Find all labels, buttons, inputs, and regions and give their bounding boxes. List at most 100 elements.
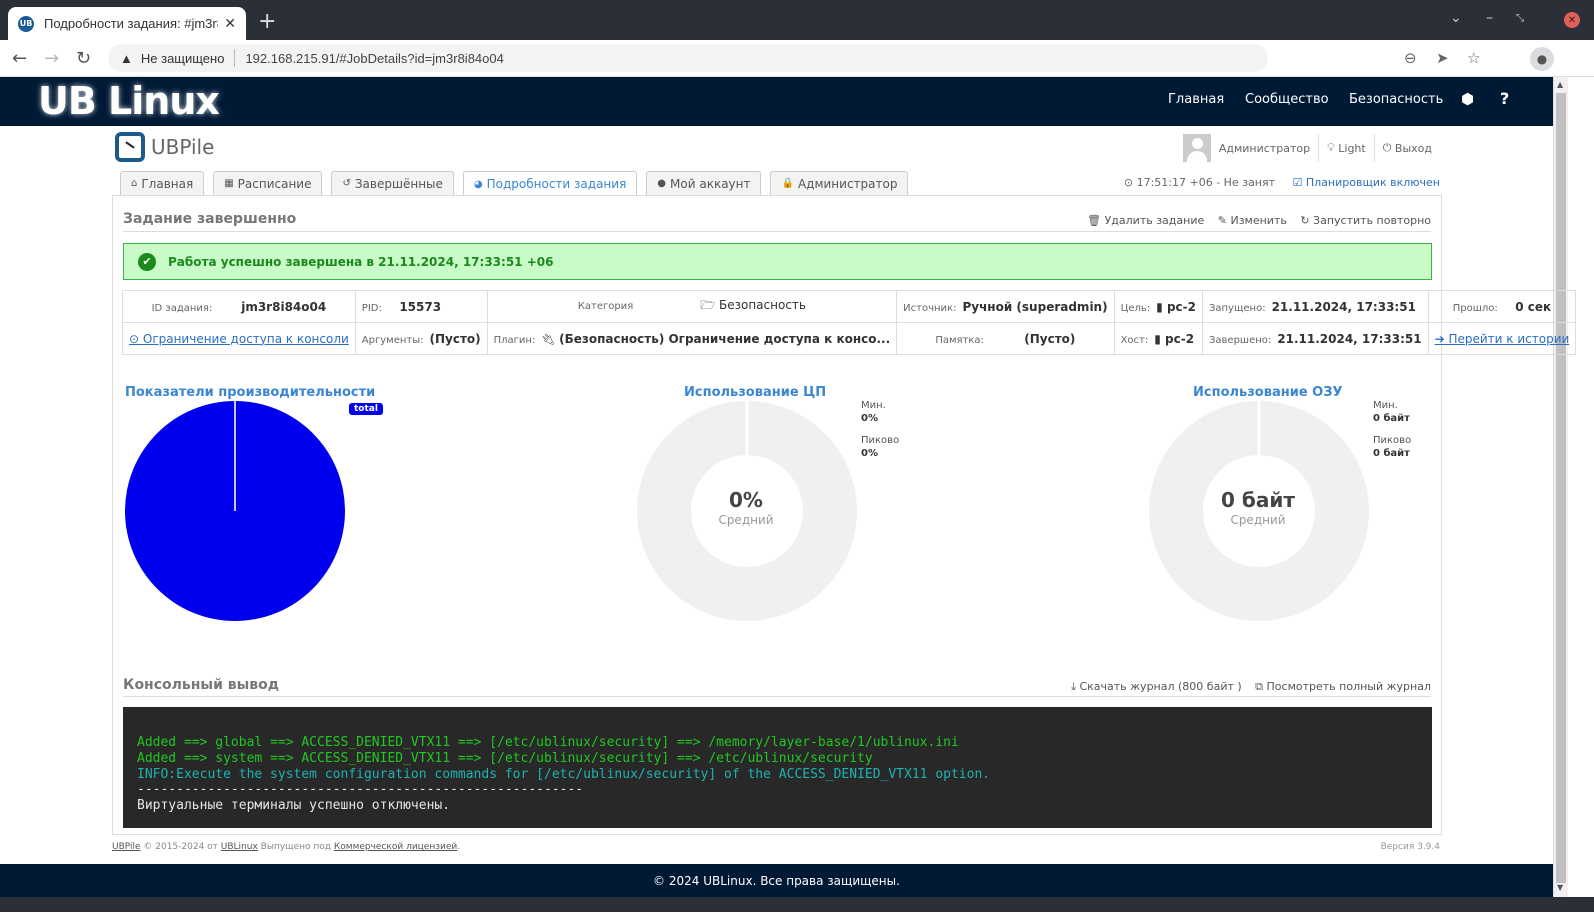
zoom-out-icon[interactable]: ⊖ — [1404, 49, 1417, 67]
table-row: ID задания: jm3r8i84o04 PID: 15573 Катег… — [122, 290, 1577, 323]
completed-value: 21.11.2024, 17:33:51 — [1277, 331, 1422, 346]
cpu-avg-label: Средний — [718, 513, 774, 527]
bookmark-star-icon[interactable]: ☆ — [1467, 49, 1480, 67]
tab-search-icon[interactable]: ⌄ — [1450, 10, 1462, 26]
pie-chart-icon: ◕ — [473, 178, 483, 190]
plugin-label: Плагин: — [493, 334, 536, 346]
user-name[interactable]: Администратор — [1219, 142, 1318, 155]
category-cell: Категория 🗁 Безопасность — [486, 290, 898, 323]
user-avatar[interactable] — [1182, 134, 1211, 162]
package-icon[interactable]: ⬢ — [1461, 90, 1474, 108]
user-box: Администратор 💡︎ Light ⏻ Выход — [1182, 132, 1440, 164]
window-bottom-edge — [0, 897, 1594, 912]
close-tab-icon[interactable]: ✕ — [224, 16, 236, 32]
host-cell: Хост: ▮ pc-2 — [1113, 322, 1203, 355]
tab-admin[interactable]: 🔒 Администратор — [770, 171, 909, 195]
history-icon: ↺ — [342, 178, 351, 189]
window-close-icon[interactable]: ✕ — [1564, 12, 1580, 28]
license-prefix: Выпущено под — [257, 842, 334, 852]
back-icon[interactable]: ← — [12, 48, 27, 69]
browser-tabbar: UB Подробности задания: #jm3r8i84o04 ✕ +… — [0, 0, 1594, 40]
scheduler-toggle[interactable]: ☑ Планировщик включен — [1293, 176, 1440, 189]
source-cell: Источник: Ручной (superadmin) — [896, 290, 1115, 323]
tab-my-account[interactable]: ● Мой аккаунт — [646, 171, 762, 195]
download-log-button[interactable]: ⤓ Скачать журнал (800 байт ) — [1071, 680, 1242, 693]
ublinux-link[interactable]: UBLinux — [221, 842, 258, 852]
ubpile-link[interactable]: UBPile — [112, 842, 141, 852]
logout-button[interactable]: ⏻ Выход — [1373, 134, 1440, 162]
ram-min-label: Мин. — [1373, 400, 1398, 411]
power-icon: ⏻ — [1382, 141, 1392, 154]
cpu-peak-value: 0% — [861, 448, 878, 459]
period: . — [457, 842, 461, 852]
browser-tab[interactable]: UB Подробности задания: #jm3r8i84o04 ✕ — [8, 7, 246, 40]
pid-value: 15573 — [399, 299, 442, 314]
event-cell: ⊙ Ограничение доступа к консоли — [122, 322, 356, 355]
forward-icon[interactable]: → — [44, 48, 59, 69]
ubpile-brand[interactable]: UBPile — [115, 132, 214, 162]
page-scrollbar[interactable]: ▲ ▼ — [1553, 77, 1568, 897]
history-link[interactable]: ➔ Перейти к истории — [1435, 332, 1570, 346]
tab-home[interactable]: ⌂ Главная — [120, 171, 205, 195]
tab-completed[interactable]: ↺ Завершённые — [331, 171, 454, 195]
profile-icon[interactable]: ● — [1530, 47, 1554, 71]
scroll-down-icon[interactable]: ▼ — [1557, 883, 1563, 892]
ublinux-logo[interactable]: UB Linux — [38, 79, 220, 123]
omni-divider — [234, 49, 236, 67]
started-cell: Запущено: 21.11.2024, 17:33:51 — [1201, 290, 1429, 323]
logout-label: Выход — [1394, 141, 1432, 155]
edit-job-button[interactable]: ✎ Изменить — [1218, 214, 1287, 227]
tab-label: Завершённые — [354, 176, 443, 191]
console-output[interactable]: Added ==> global ==> ACCESS_DENIED_VTX11… — [123, 707, 1432, 828]
calendar-icon: ▦ — [224, 178, 234, 189]
ram-avg-value: 0 байт — [1221, 488, 1295, 512]
tab-label: Расписание — [237, 176, 312, 191]
console-title: Консольный вывод — [123, 677, 280, 693]
section-divider — [123, 231, 1431, 232]
url-text[interactable]: 192.168.215.91/#JobDetails?id=jm3r8i84o0… — [245, 51, 503, 66]
status-line: ⊙ 17:51:17 +06 - Не занят ☑ Планировщик … — [1124, 176, 1440, 189]
reload-icon[interactable]: ↻ — [76, 48, 91, 69]
new-tab-button[interactable]: + — [258, 9, 276, 34]
license-link[interactable]: Коммерческой лицензией — [334, 842, 457, 852]
tab-schedule[interactable]: ▦ Расписание — [213, 171, 323, 195]
url-input[interactable]: ▲ Не защищено 192.168.215.91/#JobDetails… — [108, 44, 1268, 72]
cpu-peak-label: Пиково — [861, 435, 900, 446]
notes-label: Памятка: — [935, 334, 984, 346]
plugin-value: (Безопасность) Ограничение доступа к кон… — [559, 331, 891, 346]
address-bar: ← → ↻ ▲ Не защищено 192.168.215.91/#JobD… — [0, 40, 1594, 77]
history-cell: ➔ Перейти к истории — [1427, 322, 1577, 355]
perf-legend-total[interactable]: total — [349, 403, 383, 415]
security-label[interactable]: Не защищено — [141, 51, 225, 66]
host-value: ▮ pc-2 — [1154, 331, 1195, 346]
success-alert: ✔ Работа успешно завершена в 21.11.2024,… — [123, 243, 1432, 280]
job-status-title: Задание завершенно — [123, 211, 297, 227]
source-value: Ручной (superadmin) — [962, 299, 1108, 314]
event-link[interactable]: ⊙ Ограничение доступа к консоли — [129, 332, 349, 346]
nav-community[interactable]: Сообщество — [1245, 92, 1329, 107]
console-line: Виртуальные терминалы успешно отключены. — [137, 798, 451, 814]
tab-job-details[interactable]: ◕ Подробности задания — [462, 171, 638, 196]
category-label: Категория — [577, 301, 634, 312]
scrollbar-thumb[interactable] — [1556, 93, 1566, 883]
view-full-log-button[interactable]: ⧉ Посмотреть полный журнал — [1255, 680, 1431, 693]
clock-status: ⊙ 17:51:17 +06 - Не занят — [1123, 176, 1276, 189]
maximize-icon[interactable]: ⤡ — [1516, 13, 1524, 24]
delete-job-button[interactable]: 🗑 Удалить задание — [1087, 214, 1204, 227]
app-tabs: ⌂ Главная ▦ Расписание ↺ Завершённые ◕ Подро… — [120, 171, 917, 196]
category-value: 🗁 Безопасность — [700, 298, 806, 312]
help-icon[interactable]: ? — [1500, 89, 1509, 108]
site-footer-text: © 2024 UBLinux. Все права защищены. — [653, 873, 900, 888]
rerun-job-button[interactable]: ↻ Запустить повторно — [1300, 214, 1431, 227]
job-info-table: ID задания: jm3r8i84o04 PID: 15573 Катег… — [122, 290, 1577, 355]
plugin-cell: Плагин: 🔌︎ (Безопасность) Ограничение дос… — [486, 322, 898, 355]
ram-peak-label: Пиково — [1373, 435, 1412, 446]
nav-home[interactable]: Главная — [1168, 92, 1224, 107]
send-icon[interactable]: ➤ — [1436, 49, 1449, 67]
scroll-up-icon[interactable]: ▲ — [1557, 80, 1563, 89]
job-id-value: jm3r8i84o04 — [241, 299, 327, 314]
plug-icon: 🔌︎ — [541, 332, 556, 346]
minimize-icon[interactable]: – — [1486, 10, 1493, 26]
theme-toggle[interactable]: 💡︎ Light — [1318, 134, 1374, 162]
nav-security[interactable]: Безопасность — [1349, 92, 1443, 107]
